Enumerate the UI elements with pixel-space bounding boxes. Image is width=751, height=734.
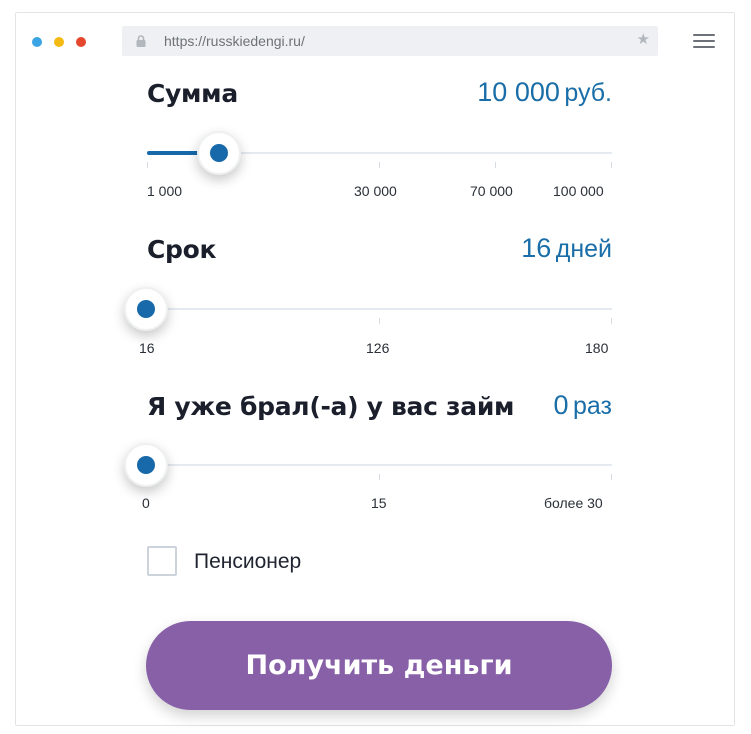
amount-tick-label: 30 000 (354, 183, 397, 199)
amount-slider-thumb[interactable] (197, 131, 241, 175)
loans-value: 0 раз (554, 390, 612, 421)
term-tick (611, 318, 612, 324)
amount-tick (379, 162, 380, 168)
loans-tick (379, 474, 380, 480)
amount-slider-thumb-dot (210, 144, 228, 162)
term-slider-thumb[interactable] (124, 287, 168, 331)
amount-number: 10 000 (477, 77, 560, 107)
loans-tick (611, 474, 612, 480)
loans-slider-thumb-dot (137, 456, 155, 474)
amount-tick (147, 162, 148, 168)
pensioner-checkbox[interactable] (147, 546, 177, 576)
amount-tick (495, 162, 496, 168)
term-tick-label: 16 (139, 340, 155, 356)
amount-tick (611, 162, 612, 168)
loans-label: Я уже брал(-а) у вас займ (147, 392, 515, 421)
term-number: 16 (521, 233, 552, 263)
loans-tick-label: более 30 (544, 495, 603, 511)
loans-tick-label: 15 (371, 495, 387, 511)
term-tick-label: 180 (585, 340, 609, 356)
loan-calculator: Сумма 10 000 руб. 1 000 30 000 70 000 10… (0, 0, 751, 734)
term-tick (379, 318, 380, 324)
amount-tick-label: 100 000 (553, 183, 604, 199)
amount-unit: руб. (564, 79, 612, 107)
amount-tick-label: 70 000 (470, 183, 513, 199)
term-slider-track[interactable] (147, 308, 612, 324)
term-slider-thumb-dot (137, 300, 155, 318)
amount-value: 10 000 руб. (477, 77, 612, 108)
term-tick-label: 126 (366, 340, 390, 356)
amount-label: Сумма (147, 79, 238, 108)
loans-tick-label: 0 (142, 495, 150, 511)
loans-number: 0 (553, 390, 569, 420)
pensioner-label[interactable]: Пенсионер (194, 550, 301, 574)
get-money-button[interactable]: Получить деньги (146, 621, 612, 710)
amount-tick-label: 1 000 (147, 183, 183, 199)
loans-slider-thumb[interactable] (124, 443, 168, 487)
loans-unit: раз (573, 392, 612, 420)
loans-slider-track[interactable] (147, 464, 612, 480)
term-unit: дней (555, 235, 612, 263)
term-value: 16 дней (521, 233, 612, 264)
term-label: Срок (147, 235, 217, 264)
